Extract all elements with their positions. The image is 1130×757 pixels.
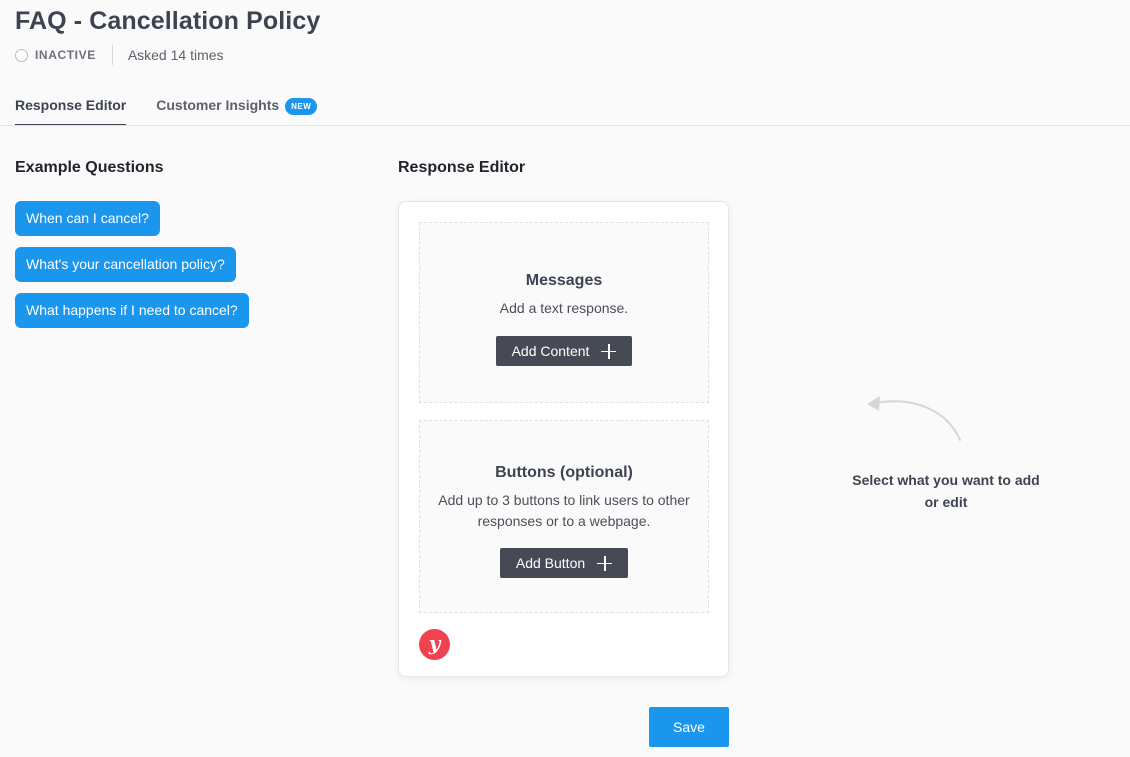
- brand-logo-icon: y: [419, 629, 450, 660]
- tab-bar: Response Editor Customer Insights NEW: [15, 94, 318, 126]
- tab-label: Response Editor: [15, 97, 127, 113]
- buttons-title: Buttons (optional): [495, 464, 633, 481]
- example-questions-heading: Example Questions: [15, 159, 164, 176]
- tabs-divider: [0, 125, 1130, 126]
- page-title: FAQ - Cancellation Policy: [15, 7, 321, 35]
- status-circle-icon: [15, 48, 28, 62]
- messages-block[interactable]: Messages Add a text response. Add Conten…: [419, 222, 709, 403]
- messages-description: Add a text response.: [499, 300, 629, 316]
- messages-title: Messages: [525, 272, 603, 289]
- asked-count: Asked 14 times: [127, 47, 224, 63]
- add-content-label: Add Content: [511, 343, 590, 359]
- tab-label: Customer Insights: [156, 97, 280, 113]
- hint-text: Select what you want to add or edit: [852, 472, 1040, 510]
- status-badge: INACTIVE: [35, 48, 96, 62]
- example-question[interactable]: When can I cancel?: [15, 201, 160, 236]
- curved-arrow-icon: [867, 396, 961, 441]
- status-divider: [111, 45, 113, 65]
- status-row: INACTIVE Asked 14 times: [15, 45, 224, 65]
- add-button-label: Add Button: [515, 555, 586, 571]
- buttons-block[interactable]: Buttons (optional) Add up to 3 buttons t…: [419, 420, 709, 613]
- example-question[interactable]: What's your cancellation policy?: [15, 247, 236, 282]
- plus-icon: [601, 343, 617, 359]
- new-badge: NEW: [285, 98, 318, 115]
- tab-response-editor[interactable]: Response Editor: [15, 94, 127, 126]
- add-button-button[interactable]: Add Button: [499, 548, 629, 578]
- response-editor-card: Messages Add a text response. Add Conten…: [398, 201, 729, 677]
- faq-editor-page: FAQ - Cancellation Policy INACTIVE Asked…: [0, 0, 1130, 757]
- add-content-button[interactable]: Add Content: [495, 336, 633, 366]
- tab-customer-insights[interactable]: Customer Insights NEW: [156, 94, 318, 126]
- example-question[interactable]: What happens if I need to cancel?: [15, 293, 249, 328]
- response-editor-heading: Response Editor: [398, 159, 526, 176]
- example-questions-list: When can I cancel? What's your cancellat…: [15, 201, 249, 339]
- buttons-description: Add up to 3 buttons to link users to oth…: [438, 492, 690, 529]
- plus-icon: [597, 555, 613, 571]
- save-button[interactable]: Save: [649, 707, 729, 747]
